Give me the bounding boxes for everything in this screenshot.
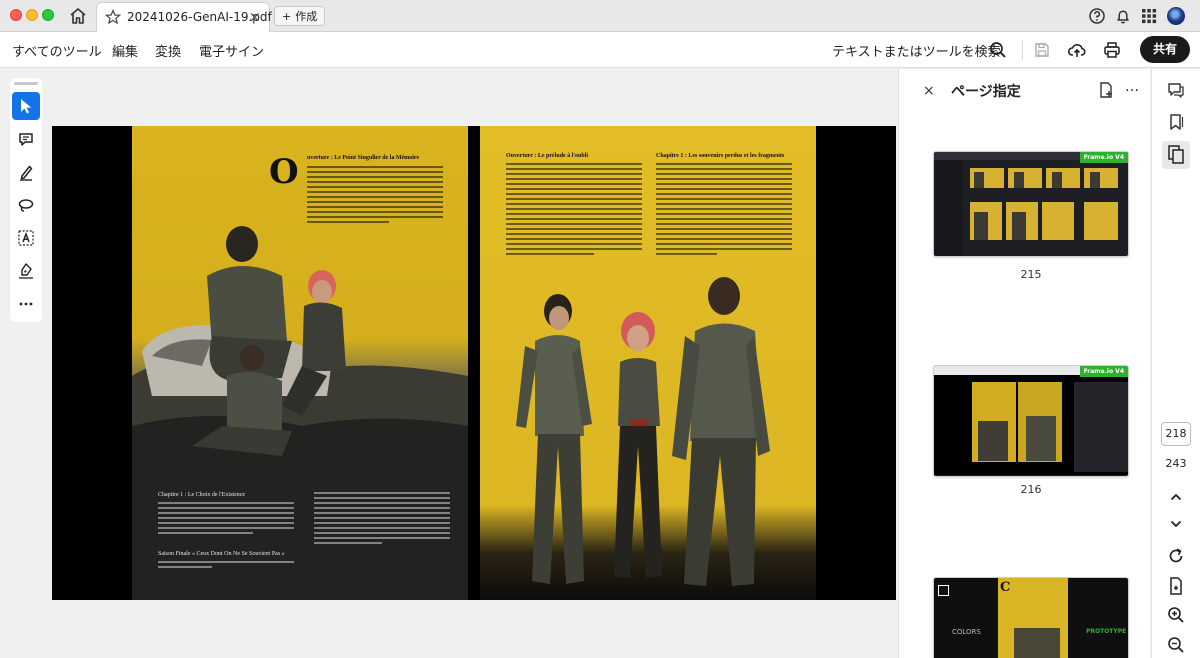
left-page-footer-text — [158, 561, 294, 571]
lasso-icon — [18, 199, 34, 212]
page-export-icon[interactable] — [1166, 576, 1186, 596]
menu-divider — [1022, 40, 1023, 60]
select-tool[interactable] — [12, 92, 40, 120]
cursor-icon — [21, 99, 32, 114]
panel-more-icon[interactable]: … — [1125, 79, 1143, 97]
title-bar: 20241026-GenAI-19.pdf × + 作成 — [0, 0, 1200, 32]
left-page-heading: uverture : Le Point Singulier de la Mémo… — [307, 155, 420, 161]
pen-icon — [20, 165, 33, 181]
close-window-button[interactable] — [10, 9, 22, 21]
frameio-badge: Frame.io V4 — [1079, 366, 1128, 377]
comments-panel-icon[interactable] — [1166, 80, 1186, 100]
search-tools-button[interactable]: テキストまたはツールを検索 — [832, 41, 1001, 60]
thumbnail-cover-word: COLORS — [952, 628, 981, 636]
page-right-illustration — [516, 277, 770, 586]
left-page-intro-text — [307, 166, 443, 226]
more-tools-button[interactable] — [12, 290, 40, 318]
page-thumbnail[interactable]: Frame.io V4 — [933, 151, 1129, 257]
page-thumbnail[interactable]: Frame.io V4 — [933, 365, 1129, 477]
page-right: Ouverture : Le prélude à l'oubli Chapitr… — [480, 126, 816, 600]
search-icon[interactable] — [988, 40, 1008, 60]
zoom-window-button[interactable] — [42, 9, 54, 21]
left-page-footer-heading: Saison Finale « Ceux Dont On Ne Se Souvi… — [158, 551, 285, 557]
minimize-window-button[interactable] — [26, 9, 38, 21]
create-button[interactable]: + 作成 — [274, 6, 326, 26]
thumbnail-checkbox[interactable] — [938, 585, 949, 596]
left-page-chapter-heading: Chapitre 1 : Le Choix de l'Existence — [158, 492, 246, 498]
menu-edit[interactable]: 編集 — [112, 41, 138, 60]
print-icon[interactable] — [1102, 40, 1122, 60]
document-tab[interactable]: 20241026-GenAI-19.pdf × — [96, 2, 272, 32]
acrobat-window: 20241026-GenAI-19.pdf × + 作成 すべてのツール 編集 … — [0, 0, 1200, 658]
insert-page-icon[interactable] — [1097, 81, 1115, 99]
comment-icon — [19, 133, 33, 146]
page-left: O uverture : Le Point Singulier de la Mé… — [132, 126, 468, 600]
pages-panel-icon[interactable] — [1162, 141, 1190, 169]
highlight-tool[interactable] — [12, 158, 40, 186]
rail-grip[interactable] — [14, 82, 38, 85]
left-page-col2-text — [314, 492, 450, 547]
text-tool[interactable] — [12, 224, 40, 252]
organize-pages-panel: × ページ指定 … Frame.io V4 215 Frame.io V4 21… — [898, 69, 1150, 658]
save-icon[interactable] — [1032, 40, 1052, 60]
menu-bar: すべてのツール 編集 変換 電子サイン テキストまたはツールを検索 共有 — [0, 32, 1200, 68]
menu-convert[interactable]: 変換 — [155, 41, 181, 60]
avatar[interactable] — [1167, 7, 1185, 25]
cloud-upload-icon[interactable] — [1067, 40, 1087, 60]
zoom-out-icon[interactable] — [1166, 635, 1186, 655]
draw-tool[interactable] — [12, 191, 40, 219]
home-icon[interactable] — [68, 6, 88, 26]
thumbnail-page-label: 215 — [1020, 268, 1042, 281]
thumbnail-tag: PROTOTYPE — [1086, 628, 1127, 635]
sign-tool[interactable] — [12, 257, 40, 285]
drop-cap: O — [269, 152, 299, 192]
menu-e-sign[interactable]: 電子サイン — [199, 41, 264, 60]
help-icon[interactable] — [1088, 7, 1106, 25]
plus-icon: + — [282, 9, 292, 23]
bookmark-icon[interactable] — [1166, 112, 1186, 132]
refresh-icon[interactable] — [1166, 546, 1186, 566]
thumbnail-cover-letter: C — [1000, 580, 1011, 595]
fountain-pen-icon — [19, 263, 33, 279]
chevron-down-icon[interactable] — [1166, 514, 1186, 534]
menu-all-tools[interactable]: すべてのツール — [12, 41, 102, 60]
zoom-in-icon[interactable] — [1166, 605, 1186, 625]
comment-tool[interactable] — [12, 125, 40, 153]
frameio-badge: Frame.io V4 — [1079, 152, 1128, 163]
chevron-up-icon[interactable] — [1166, 487, 1186, 507]
current-page-field[interactable]: 218 — [1161, 422, 1191, 446]
tab-close-icon[interactable]: × — [248, 8, 261, 26]
star-icon[interactable] — [104, 8, 122, 25]
page-thumbnail[interactable]: COLORS C PROTOTYPE — [933, 577, 1129, 658]
thumbnail-page-label: 216 — [1020, 483, 1042, 496]
total-pages: 243 — [1165, 457, 1187, 470]
create-label: 作成 — [295, 10, 318, 23]
more-icon — [19, 302, 33, 306]
share-button[interactable]: 共有 — [1140, 36, 1190, 63]
quick-tools-rail — [10, 78, 42, 322]
close-panel-icon[interactable]: × — [923, 83, 935, 99]
right-tool-rail: 218 243 — [1151, 69, 1200, 658]
bell-icon[interactable] — [1114, 7, 1132, 25]
left-page-col1-text — [158, 502, 294, 537]
apps-grid-icon[interactable] — [1140, 7, 1158, 25]
panel-title: ページ指定 — [951, 84, 1021, 100]
text-box-icon — [18, 230, 34, 246]
document-view[interactable]: O uverture : Le Point Singulier de la Mé… — [52, 126, 896, 600]
